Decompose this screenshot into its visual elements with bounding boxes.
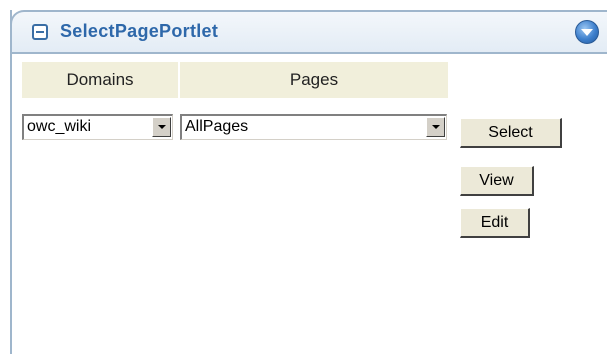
select-button[interactable]: Select: [460, 118, 562, 148]
portlet-menu-icon[interactable]: [575, 20, 599, 44]
domain-select[interactable]: owc_wiki: [22, 114, 173, 140]
edit-button[interactable]: Edit: [460, 208, 530, 238]
pages-column-header: Pages: [180, 62, 448, 98]
view-button[interactable]: View: [460, 166, 534, 196]
collapse-icon[interactable]: [32, 24, 48, 40]
select-page-portlet: SelectPagePortlet Domains Pages owc_wiki…: [10, 10, 607, 354]
portlet-titlebar: SelectPagePortlet: [10, 10, 607, 54]
page-select-value: AllPages: [185, 118, 249, 135]
portlet-title: SelectPagePortlet: [60, 21, 219, 41]
chevron-down-icon[interactable]: [426, 117, 445, 137]
domain-select-value: owc_wiki: [27, 118, 92, 135]
domains-column-header: Domains: [22, 62, 178, 98]
page-select[interactable]: AllPages: [180, 114, 447, 140]
chevron-down-icon[interactable]: [152, 117, 171, 137]
